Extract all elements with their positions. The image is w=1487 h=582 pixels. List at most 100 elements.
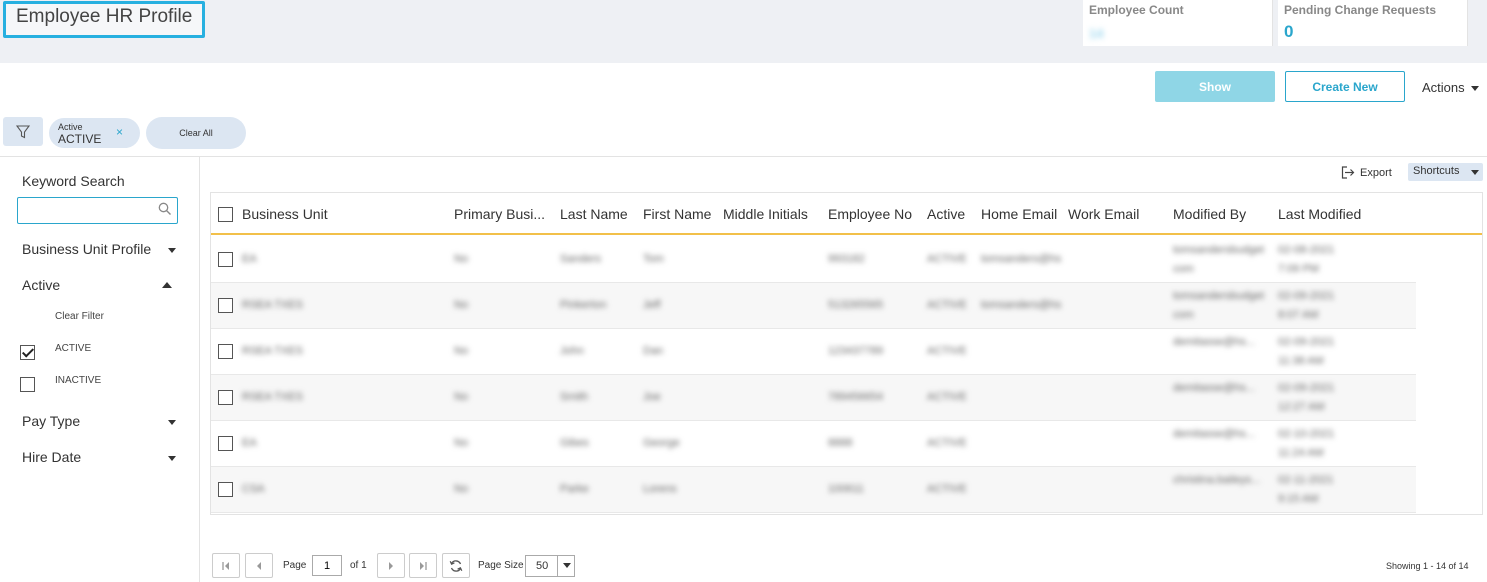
table-row[interactable]: RSEA TXES No John Dan 123437789 ACTIVE demitas… <box>211 329 1416 375</box>
actions-label: Actions <box>1422 80 1465 95</box>
active-filter-chip: Active ACTIVE × <box>49 118 140 148</box>
table-cell: 789456654 <box>828 391 884 403</box>
table-cell: 513265565 <box>828 299 884 311</box>
filter-toggle-button[interactable] <box>3 117 43 146</box>
table-cell: RSEA TXES <box>242 391 303 403</box>
employee-count-card: Employee Count 14 <box>1083 0 1273 46</box>
table-cell: EA <box>242 437 257 449</box>
table-cell: tomsanders@hs <box>981 253 1062 265</box>
page-size-dropdown-button[interactable] <box>557 555 575 577</box>
table-cell: tomsandersbudget com <box>1173 290 1265 321</box>
chevron-left-icon <box>257 561 261 570</box>
table-cell: EA <box>242 253 257 265</box>
column-header[interactable]: Active <box>927 206 965 222</box>
table-cell: 02-08-2021 7:09 PM <box>1278 244 1335 275</box>
table-cell: demitasse@hs... <box>1173 428 1256 440</box>
page-number-input[interactable] <box>312 555 342 576</box>
table-cell: christina.baileys... <box>1173 474 1261 486</box>
table-cell: Jeff <box>643 299 661 311</box>
column-header[interactable]: Middle Initials <box>723 206 808 222</box>
table-cell: Joe <box>643 391 661 403</box>
table-cell: demitasse@hs... <box>1173 336 1256 348</box>
table-row[interactable]: EA No Sanders Tom 993182 ACTIVE tomsanders@hs t… <box>211 237 1416 283</box>
active-filter-toggle[interactable]: Active <box>22 277 60 293</box>
row-select-checkbox[interactable] <box>218 252 233 267</box>
create-new-button[interactable]: Create New <box>1285 71 1405 102</box>
employee-count-value: 14 <box>1089 26 1104 41</box>
column-header[interactable]: Business Unit <box>242 206 328 222</box>
column-header[interactable]: Employee No <box>828 206 912 222</box>
caret-down-icon <box>563 563 571 568</box>
page-title: Employee HR Profile <box>3 1 205 38</box>
actions-menu[interactable]: Actions <box>1422 80 1479 95</box>
row-select-checkbox[interactable] <box>218 390 233 405</box>
column-header[interactable]: Primary Busi... <box>454 206 545 222</box>
column-header[interactable]: First Name <box>643 206 711 222</box>
last-page-button[interactable] <box>409 553 437 578</box>
column-header[interactable]: Last Name <box>560 206 628 222</box>
caret-down-icon[interactable] <box>168 456 176 461</box>
column-header[interactable]: Modified By <box>1173 206 1246 222</box>
export-icon <box>1341 166 1355 179</box>
column-header[interactable]: Work Email <box>1068 206 1139 222</box>
table-cell: 02-10-2021 11:24 AM <box>1278 428 1335 459</box>
caret-down-icon[interactable] <box>168 248 176 253</box>
next-page-button[interactable] <box>377 553 405 578</box>
row-select-checkbox[interactable] <box>218 344 233 359</box>
keyword-search-input[interactable] <box>17 197 178 224</box>
employee-count-label: Employee Count <box>1089 3 1184 17</box>
column-header[interactable]: Home Email <box>981 206 1057 222</box>
table-cell: John <box>560 345 584 357</box>
table-cell: 123437789 <box>828 345 884 357</box>
pay-type-filter-toggle[interactable]: Pay Type <box>22 413 80 429</box>
table-cell: George <box>643 437 680 449</box>
refresh-button[interactable] <box>442 553 470 578</box>
table-cell: demitasse@hs... <box>1173 382 1256 394</box>
chip-value: ACTIVE <box>58 132 102 146</box>
table-cell: Lorens <box>643 483 677 495</box>
row-select-checkbox[interactable] <box>218 298 233 313</box>
select-all-checkbox[interactable] <box>218 207 233 222</box>
inactive-option-checkbox[interactable] <box>20 377 35 392</box>
clear-filter-link[interactable]: Clear Filter <box>55 311 104 322</box>
page-size-label: Page Size <box>478 560 524 571</box>
table-cell: RSEA TXES <box>242 299 303 311</box>
close-icon[interactable]: × <box>116 125 123 139</box>
caret-up-icon[interactable] <box>162 282 172 288</box>
table-cell: No <box>454 391 469 403</box>
first-page-button[interactable] <box>212 553 240 578</box>
search-icon[interactable] <box>158 202 172 216</box>
keyword-search-label: Keyword Search <box>22 173 125 189</box>
hire-date-filter-toggle[interactable]: Hire Date <box>22 449 81 465</box>
row-select-checkbox[interactable] <box>218 436 233 451</box>
table-row[interactable]: EA No Gibes George 8888 ACTIVE demitasse@hs...… <box>211 421 1416 467</box>
grid-header-row: Business Unit Primary Busi... Last Name … <box>211 193 1482 235</box>
table-cell: 993182 <box>828 253 865 265</box>
page-count-label: of 1 <box>350 560 367 571</box>
business-unit-filter-toggle[interactable]: Business Unit Profile <box>22 241 151 257</box>
divider <box>0 156 1487 157</box>
table-cell: 02-09-2021 12:27 AM <box>1278 382 1335 413</box>
active-option-checkbox[interactable] <box>20 345 35 360</box>
previous-page-button[interactable] <box>245 553 273 578</box>
table-cell: No <box>454 437 469 449</box>
row-select-checkbox[interactable] <box>218 482 233 497</box>
table-row[interactable]: RSEA TXES No Smith Joe 789456654 ACTIVE demita… <box>211 375 1416 421</box>
clear-all-button[interactable]: Clear All <box>146 117 246 149</box>
table-row[interactable]: CSA No Parke Lorens 100611 ACTIVE christina.ba… <box>211 467 1416 513</box>
caret-down-icon[interactable] <box>168 420 176 425</box>
shortcuts-dropdown[interactable]: Shortcuts <box>1408 163 1483 181</box>
show-button[interactable]: Show <box>1155 71 1275 102</box>
table-cell: Tom <box>643 253 664 265</box>
table-cell: No <box>454 345 469 357</box>
pending-requests-card: Pending Change Requests 0 <box>1278 0 1468 46</box>
export-button[interactable]: Export <box>1341 166 1392 179</box>
column-header[interactable]: Last Modified <box>1278 206 1361 222</box>
table-cell: 02-09-2021 11:38 AM <box>1278 336 1335 367</box>
table-cell: No <box>454 253 469 265</box>
table-cell: 100611 <box>828 483 864 495</box>
employee-grid: Business Unit Primary Busi... Last Name … <box>210 192 1483 515</box>
table-row[interactable]: RSEA TXES No Pinkerton Jeff 513265565 ACTIVE t… <box>211 283 1416 329</box>
chip-label: Active <box>58 122 83 132</box>
table-cell: Gibes <box>560 437 589 449</box>
